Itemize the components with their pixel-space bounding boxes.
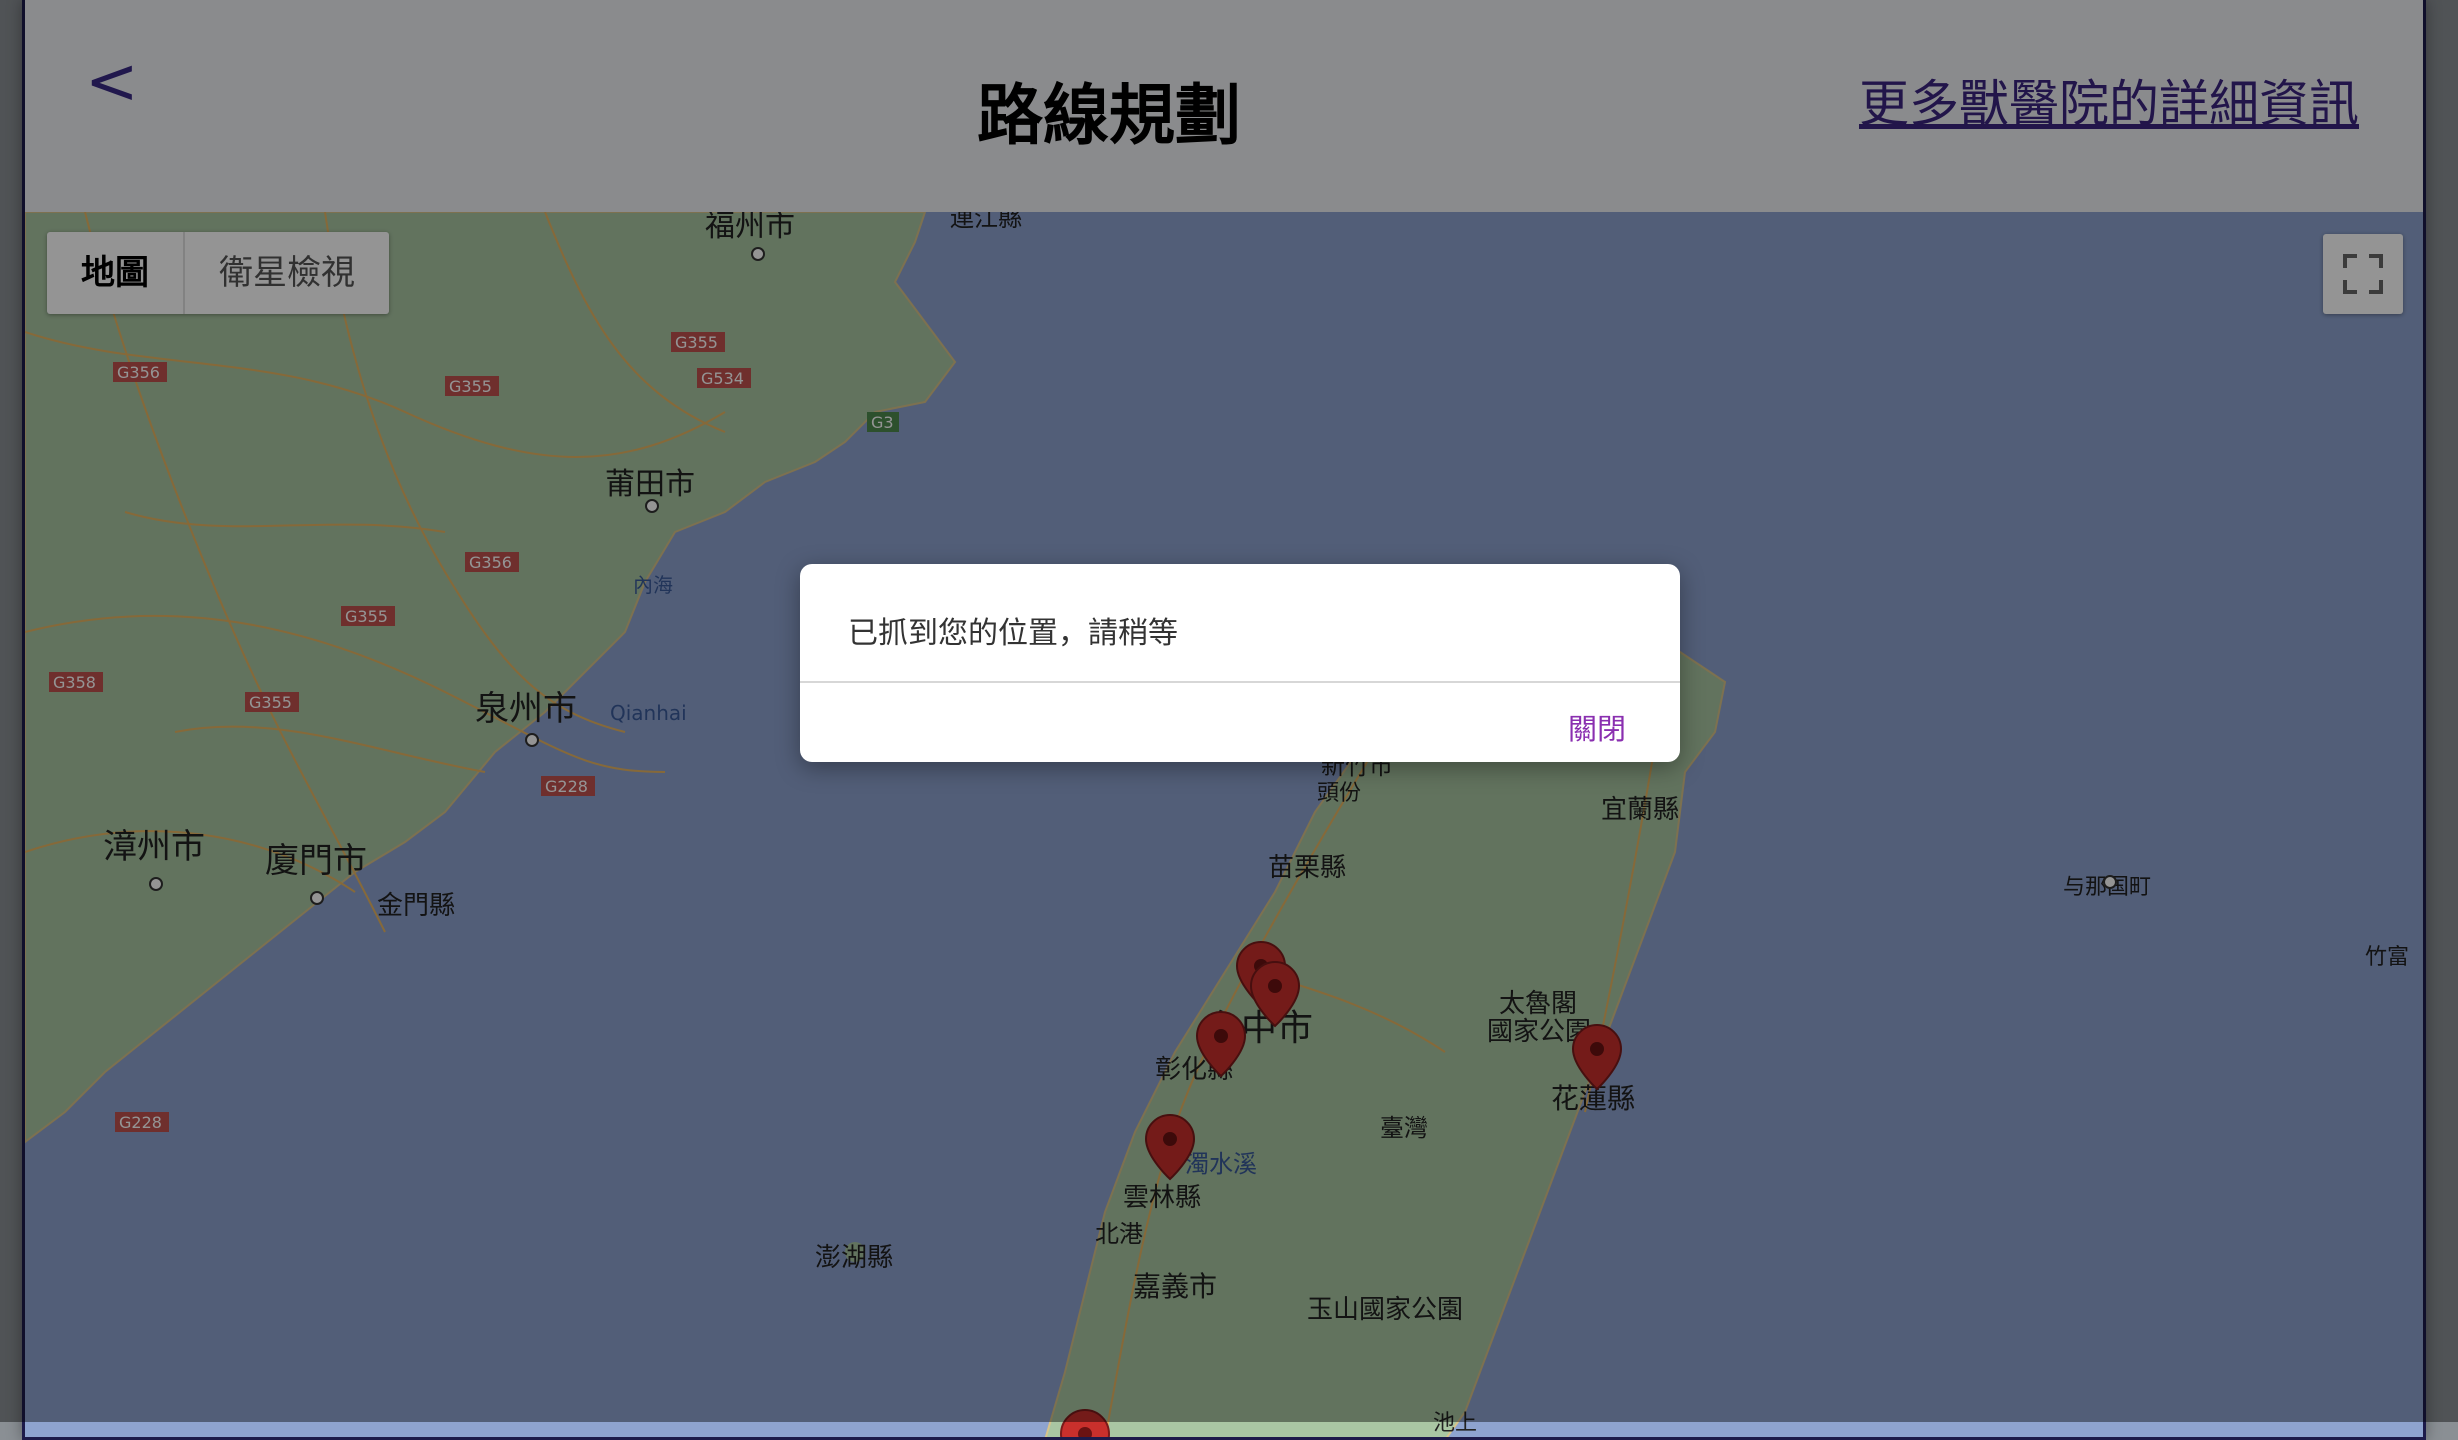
dialog-message: 已抓到您的位置，請稍等 [848, 616, 1178, 651]
location-dialog: 已抓到您的位置，請稍等 關閉 [800, 564, 1680, 762]
close-button[interactable]: 關閉 [1568, 706, 1626, 748]
dialog-divider [800, 681, 1680, 683]
